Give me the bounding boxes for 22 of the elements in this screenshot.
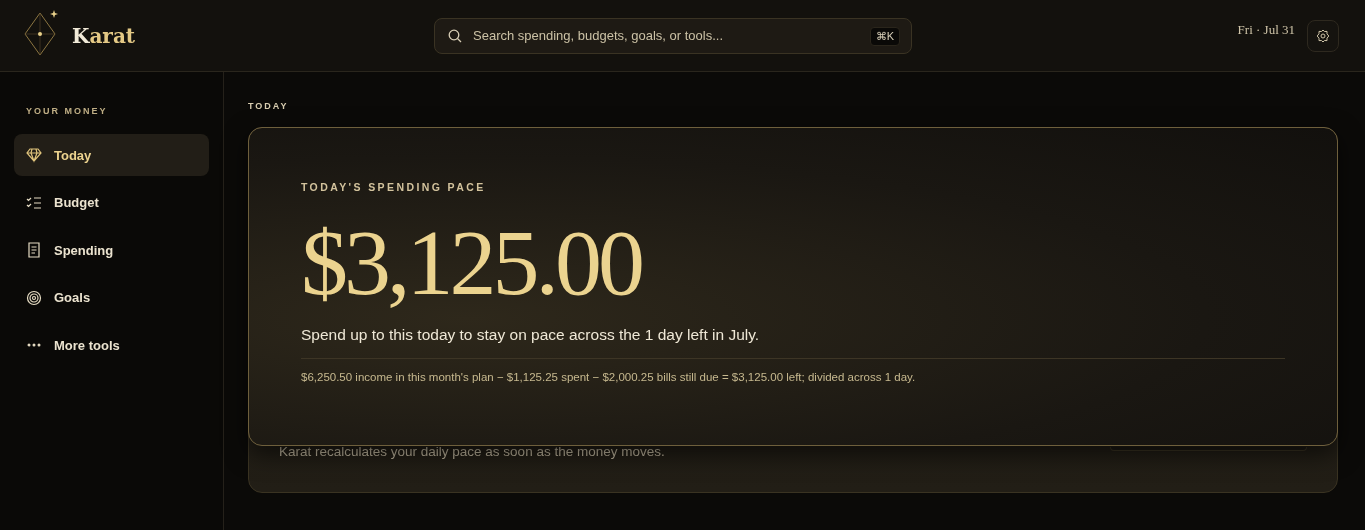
search-icon: [448, 28, 462, 43]
info-text: Karat recalculates your daily pace as soon as the money moves.: [279, 444, 665, 459]
target-icon: [26, 289, 42, 306]
settings-button[interactable]: [1307, 19, 1339, 52]
settings-icon: [1316, 28, 1330, 43]
diamond-icon: [26, 147, 42, 163]
sidebar-item[interactable]: Goals: [14, 276, 209, 319]
sidebar-heading: YOUR MONEY: [26, 106, 109, 116]
card-eyebrow: TODAY'S SPENDING PACE: [301, 181, 487, 193]
app-name: Karat: [72, 23, 136, 48]
receipt-icon: [26, 242, 42, 258]
sidebar-item[interactable]: Spending: [14, 229, 209, 271]
section-label: TODAY: [248, 101, 290, 111]
sidebar-item[interactable]: More tools: [14, 324, 209, 366]
pace-amount: $3,125.00: [301, 215, 643, 309]
sidebar-item[interactable]: Today: [14, 134, 209, 176]
date-label: Fri · Jul 31: [1237, 21, 1295, 38]
sidebar-item[interactable]: Budget: [14, 181, 209, 224]
pace-caption: Spend up to this today to stay on pace across the 1 day left in July.: [301, 326, 761, 344]
diamond-logo-icon: [24, 9, 60, 58]
pace-formula: $6,250.50 income in this month's plan − $1,125.25 spent − $2,000.25 bills still due = $3,125.00 left; divided across 1 day.: [301, 371, 917, 383]
checklist-icon: [26, 194, 42, 211]
